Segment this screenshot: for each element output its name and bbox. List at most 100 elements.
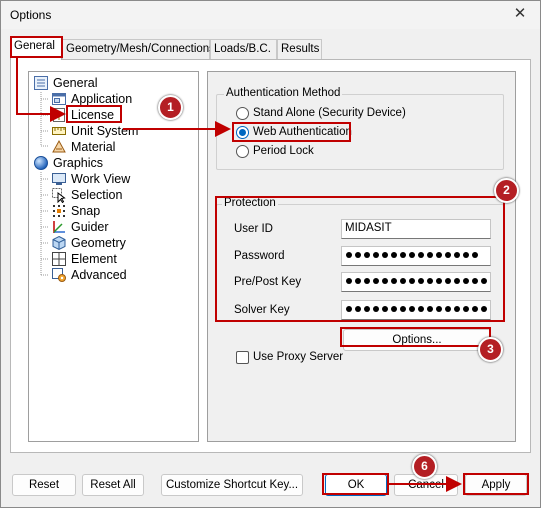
mask-dot [481, 306, 487, 312]
tab-loads-bc[interactable]: Loads/B.C. [210, 39, 277, 59]
mask-dot [400, 252, 406, 258]
title-bar: Options ✕ [1, 1, 540, 29]
user-id-field[interactable]: MIDASIT [341, 219, 491, 239]
mask-dot [373, 278, 379, 284]
tree-item-label: Element [71, 252, 117, 266]
radio-stand-alone[interactable]: Stand Alone (Security Device) [236, 106, 436, 122]
tab-geometry-mesh-connections[interactable]: Geometry/Mesh/Connections [62, 39, 215, 59]
license-key-icon [51, 107, 67, 123]
tree-item-label: Geometry [71, 236, 126, 250]
mask-dot [382, 278, 388, 284]
radio-web-authentication[interactable]: Web Authentication [236, 125, 386, 141]
checkbox-label: Use Proxy Server [253, 351, 344, 363]
mask-dot [472, 278, 478, 284]
prepost-key-label: Pre/Post Key [234, 276, 302, 288]
mask-dot [364, 306, 370, 312]
reset-all-button[interactable]: Reset All [82, 474, 144, 496]
user-id-label: User ID [234, 223, 273, 235]
work-view-icon [51, 171, 67, 187]
mask-dot [463, 252, 469, 258]
mask-dot [472, 306, 478, 312]
apply-button[interactable]: Apply [465, 474, 527, 496]
tree-item-label: General [53, 76, 98, 90]
user-id-value: MIDASIT [345, 222, 392, 234]
element-icon [51, 251, 67, 267]
mask-dot [373, 252, 379, 258]
mask-dot [355, 306, 361, 312]
tab-results[interactable]: Results [277, 39, 322, 59]
mask-dot [355, 252, 361, 258]
checkbox-box[interactable] [236, 351, 249, 364]
password-field[interactable] [341, 246, 491, 266]
radio-button[interactable] [236, 126, 249, 139]
mask-dot [346, 278, 352, 284]
tree-item-label: Guider [71, 220, 109, 234]
use-proxy-server-checkbox[interactable]: Use Proxy Server [236, 350, 356, 366]
mask-dot [346, 252, 352, 258]
step-badge-2: 2 [494, 178, 519, 203]
tree-root-icon [33, 75, 49, 91]
mask-dot [382, 252, 388, 258]
mask-dot [418, 252, 424, 258]
password-label: Password [234, 250, 285, 262]
mask-dot [400, 306, 406, 312]
tree-item-label: Unit System [71, 124, 139, 138]
step-badge-1: 1 [158, 95, 183, 120]
authentication-method-title: Authentication Method [224, 87, 343, 99]
protection-title: Protection [222, 197, 278, 209]
mask-dot [445, 306, 451, 312]
material-icon [51, 139, 67, 155]
mask-dot [472, 252, 478, 258]
mask-dot [364, 278, 370, 284]
license-settings-pane: Authentication Method Stand Alone (Secur… [207, 71, 516, 442]
tree-item-label: Snap [71, 204, 101, 218]
tree-item-label: Work View [71, 172, 131, 186]
mask-dot [436, 278, 442, 284]
ok-button[interactable]: OK [325, 474, 387, 496]
step-badge-3: 3 [478, 337, 503, 362]
mask-dot [445, 278, 451, 284]
window-title: Options [10, 8, 52, 22]
radio-period-lock[interactable]: Period Lock [236, 144, 336, 160]
tree-item-label: Selection [71, 188, 123, 202]
options-tree: General Application License Unit System … [28, 71, 199, 442]
mask-dot [454, 278, 460, 284]
masked-password [346, 252, 478, 260]
reset-button[interactable]: Reset [12, 474, 76, 496]
mask-dot [373, 306, 379, 312]
mask-dot [436, 252, 442, 258]
solver-key-field[interactable] [341, 300, 491, 320]
radio-button[interactable] [236, 107, 249, 120]
radio-button[interactable] [236, 145, 249, 158]
mask-dot [391, 278, 397, 284]
mask-dot [454, 306, 460, 312]
options-button[interactable]: Options... [343, 329, 491, 351]
tab-general[interactable]: General [10, 36, 62, 60]
mask-dot [427, 306, 433, 312]
close-icon[interactable]: ✕ [510, 4, 530, 24]
mask-dot [382, 306, 388, 312]
mask-dot [409, 278, 415, 284]
radio-label: Stand Alone (Security Device) [253, 107, 406, 119]
selection-cursor-icon [51, 187, 67, 204]
masked-prepost-key [346, 278, 487, 286]
mask-dot [418, 306, 424, 312]
radio-label: Period Lock [253, 145, 314, 157]
step-badge-6: 6 [412, 454, 437, 479]
mask-dot [364, 252, 370, 258]
radio-label: Web Authentication [253, 126, 352, 138]
mask-dot [355, 278, 361, 284]
advanced-gear-icon [51, 267, 67, 283]
prepost-key-field[interactable] [341, 272, 491, 292]
application-window-icon [51, 91, 67, 107]
mask-dot [463, 306, 469, 312]
tree-item-label: Application [71, 92, 133, 106]
customize-shortcut-key-button[interactable]: Customize Shortcut Key... [161, 474, 303, 496]
mask-dot [409, 306, 415, 312]
snap-icon [51, 203, 67, 219]
mask-dot [427, 278, 433, 284]
mask-dot [346, 306, 352, 312]
tree-item-label: Material [71, 140, 116, 154]
solver-key-label: Solver Key [234, 304, 290, 316]
guider-icon [51, 219, 67, 235]
